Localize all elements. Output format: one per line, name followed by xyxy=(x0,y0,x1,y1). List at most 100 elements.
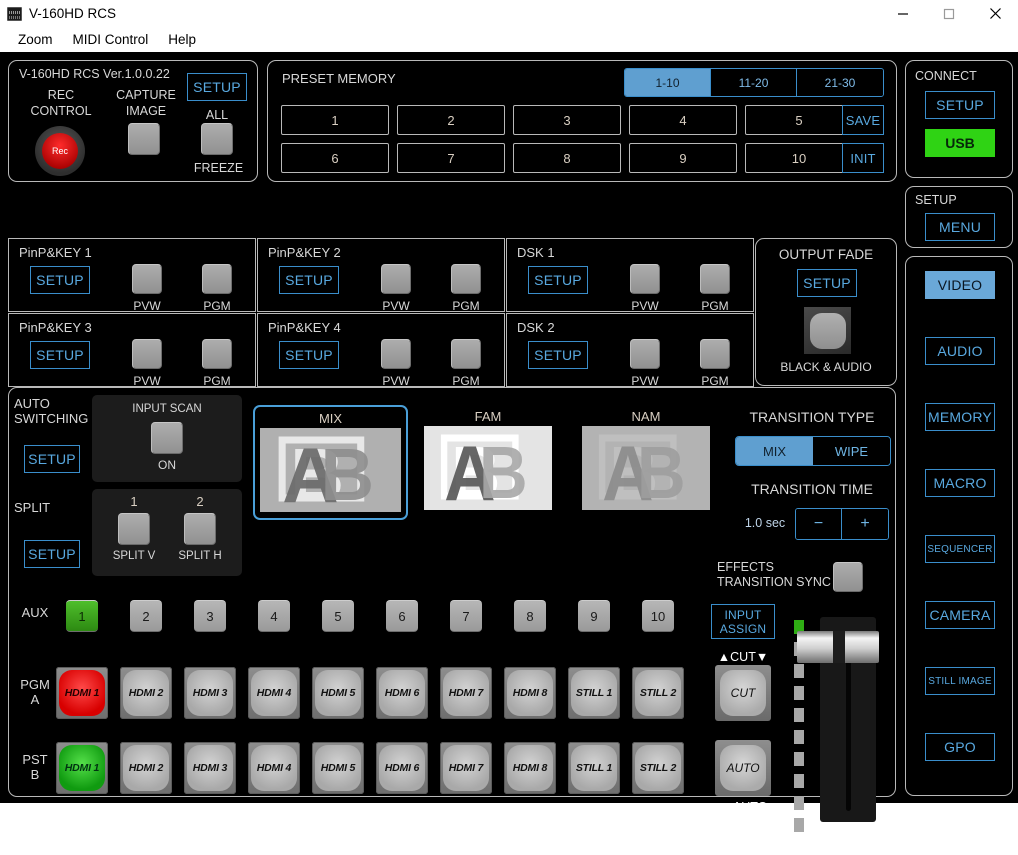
cut-button[interactable]: CUT xyxy=(715,665,771,721)
connect-title: CONNECT xyxy=(915,69,977,83)
transition-tile-mix[interactable]: MIX B A B xyxy=(253,405,408,520)
preset-slot[interactable]: 2 xyxy=(397,105,505,135)
pinp-key-1-pvw-button[interactable] xyxy=(132,264,162,294)
nav-item-gpo[interactable]: GPO xyxy=(925,733,995,761)
pinp-key-1-pgm-button[interactable] xyxy=(202,264,232,294)
preset-slot[interactable]: 1 xyxy=(281,105,389,135)
pst-source-10[interactable]: STILL 2 xyxy=(632,742,684,794)
menu-midi-control[interactable]: MIDI Control xyxy=(63,29,159,50)
pst-source-7[interactable]: HDMI 7 xyxy=(440,742,492,794)
auto-switching-setup-button[interactable]: SETUP xyxy=(24,445,80,473)
pinp-key-4-setup-button[interactable]: SETUP xyxy=(279,341,339,369)
preset-slot[interactable]: 3 xyxy=(513,105,621,135)
aux-button-9[interactable]: 9 xyxy=(578,600,610,632)
pinp-key-3-pgm-button[interactable] xyxy=(202,339,232,369)
pst-source-4[interactable]: HDMI 4 xyxy=(248,742,300,794)
pst-source-9[interactable]: STILL 1 xyxy=(568,742,620,794)
transition-type-mix[interactable]: MIX xyxy=(736,437,813,465)
input-assign-button[interactable]: INPUT ASSIGN xyxy=(711,604,775,639)
fader-led xyxy=(794,708,804,722)
aux-button-7[interactable]: 7 xyxy=(450,600,482,632)
nav-item-macro[interactable]: MACRO xyxy=(925,469,995,497)
pinp-key-2-pgm-button[interactable] xyxy=(451,264,481,294)
pinp-key-3-pvw-button[interactable] xyxy=(132,339,162,369)
preset-tab-11-20[interactable]: 11-20 xyxy=(711,69,797,96)
close-button[interactable] xyxy=(972,0,1018,27)
transition-tile-fam[interactable]: FAM B A B xyxy=(424,409,552,510)
aux-button-10[interactable]: 10 xyxy=(642,600,674,632)
nav-item-video[interactable]: VIDEO xyxy=(925,271,995,299)
preset-slot[interactable]: 4 xyxy=(629,105,737,135)
preset-tab-1-10[interactable]: 1-10 xyxy=(625,69,711,96)
pgm-source-2[interactable]: HDMI 2 xyxy=(120,667,172,719)
preset-slot[interactable]: 6 xyxy=(281,143,389,173)
pinp-key-2-setup-button[interactable]: SETUP xyxy=(279,266,339,294)
aux-button-5[interactable]: 5 xyxy=(322,600,354,632)
rec-button[interactable]: Rec xyxy=(35,126,85,176)
dsk-2-setup-button[interactable]: SETUP xyxy=(528,341,588,369)
transition-tile-nam[interactable]: NAM B A B xyxy=(582,409,710,510)
pgm-source-5[interactable]: HDMI 5 xyxy=(312,667,364,719)
pst-source-2[interactable]: HDMI 2 xyxy=(120,742,172,794)
pst-source-6[interactable]: HDMI 6 xyxy=(376,742,428,794)
aux-button-6[interactable]: 6 xyxy=(386,600,418,632)
pgm-source-9[interactable]: STILL 1 xyxy=(568,667,620,719)
pinp-key-2-pvw-button[interactable] xyxy=(381,264,411,294)
preset-slot[interactable]: 8 xyxy=(513,143,621,173)
nav-item-still-image[interactable]: STILL IMAGE xyxy=(925,667,995,695)
aux-button-3[interactable]: 3 xyxy=(194,600,226,632)
preset-slot[interactable]: 7 xyxy=(397,143,505,173)
dsk-1-pvw-button[interactable] xyxy=(630,264,660,294)
menu-zoom[interactable]: Zoom xyxy=(8,29,63,50)
pinp-key-4-pgm-button[interactable] xyxy=(451,339,481,369)
pgm-source-7[interactable]: HDMI 7 xyxy=(440,667,492,719)
pgm-source-1[interactable]: HDMI 1 xyxy=(56,667,108,719)
nav-item-memory[interactable]: MEMORY xyxy=(925,403,995,431)
menu-help[interactable]: Help xyxy=(158,29,206,50)
nav-item-audio[interactable]: AUDIO xyxy=(925,337,995,365)
auto-button[interactable]: AUTO xyxy=(715,740,771,796)
minimize-button[interactable] xyxy=(880,0,926,27)
capture-image-button[interactable] xyxy=(128,123,160,155)
aux-button-4[interactable]: 4 xyxy=(258,600,290,632)
nav-item-sequencer[interactable]: SEQUENCER xyxy=(925,535,995,563)
preset-slot[interactable]: 9 xyxy=(629,143,737,173)
nav-item-camera[interactable]: CAMERA xyxy=(925,601,995,629)
freeze-all-button[interactable] xyxy=(201,123,233,155)
pgm-source-8[interactable]: HDMI 8 xyxy=(504,667,556,719)
t-bar-fader-knob[interactable] xyxy=(797,627,879,667)
pgm-source-4[interactable]: HDMI 4 xyxy=(248,667,300,719)
dsk-2-pvw-button[interactable] xyxy=(630,339,660,369)
pgm-source-3[interactable]: HDMI 3 xyxy=(184,667,236,719)
dsk-2-pgm-button[interactable] xyxy=(700,339,730,369)
dsk-1-setup-button[interactable]: SETUP xyxy=(528,266,588,294)
split-setup-button[interactable]: SETUP xyxy=(24,540,80,568)
auto-button-label: AUTO xyxy=(720,745,766,791)
aux-button-2[interactable]: 2 xyxy=(130,600,162,632)
pst-source-1[interactable]: HDMI 1 xyxy=(56,742,108,794)
aux-button-8[interactable]: 8 xyxy=(514,600,546,632)
input-assign-line1: INPUT xyxy=(724,607,762,622)
maximize-button[interactable] xyxy=(926,0,972,27)
pst-source-5[interactable]: HDMI 5 xyxy=(312,742,364,794)
pst-source-8[interactable]: HDMI 8 xyxy=(504,742,556,794)
dsk-1-pgm-button[interactable] xyxy=(700,264,730,294)
pgm-source-10[interactable]: STILL 2 xyxy=(632,667,684,719)
split-h-button[interactable] xyxy=(184,513,216,545)
pst-source-6-label: HDMI 6 xyxy=(379,745,425,791)
pgm-source-6[interactable]: HDMI 6 xyxy=(376,667,428,719)
pgm-row-line1: PGM xyxy=(20,677,50,692)
pst-source-3[interactable]: HDMI 3 xyxy=(184,742,236,794)
split-label: SPLIT xyxy=(14,500,51,515)
rec-setup-button[interactable]: SETUP xyxy=(187,73,247,101)
pinp-key-1-setup-button[interactable]: SETUP xyxy=(30,266,90,294)
pinp-key-3-setup-button[interactable]: SETUP xyxy=(30,341,90,369)
usb-status-button[interactable]: USB xyxy=(925,129,995,157)
connect-setup-button[interactable]: SETUP xyxy=(925,91,995,119)
input-scan-button[interactable] xyxy=(151,422,183,454)
aux-button-1[interactable]: 1 xyxy=(66,600,98,632)
split-v-button[interactable] xyxy=(118,513,150,545)
fader-led xyxy=(794,752,804,766)
pinp-key-4-pvw-button[interactable] xyxy=(381,339,411,369)
setup-menu-button[interactable]: MENU xyxy=(925,213,995,241)
